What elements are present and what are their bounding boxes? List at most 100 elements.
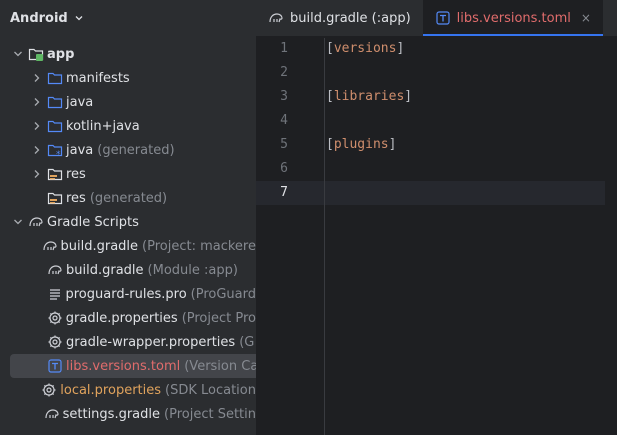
module-folder-icon (28, 46, 44, 62)
tree-item-label: app (47, 46, 75, 62)
line-number: 6 (280, 161, 288, 176)
line-gutter: 1 2 3 4 5 6 7 (256, 38, 325, 435)
project-panel: Android app manifests java kotlin+java * java… (0, 0, 256, 435)
gear-icon (47, 334, 63, 350)
tree-item-hint: (SDK Location (165, 382, 256, 398)
gradle-elephant-icon (28, 214, 44, 230)
line-number: 4 (280, 113, 288, 128)
tree-item-label: libs.versions.toml (66, 358, 181, 374)
ide-window: Android app manifests java kotlin+java * java… (0, 0, 617, 435)
tree-item-hint: (Version Ca (184, 358, 256, 374)
tree-item[interactable]: app (0, 42, 256, 66)
close-tab-icon[interactable]: × (581, 11, 591, 25)
tree-item[interactable]: local.properties (SDK Location (0, 378, 256, 402)
editor-tabs: build.gradle (:app) libs.versions.toml × (256, 0, 617, 36)
bracket-open: [ (326, 137, 334, 152)
tree-item[interactable]: proguard-rules.pro (ProGuard (0, 282, 256, 306)
tree-item-label: build.gradle (66, 262, 144, 278)
gear-icon (41, 382, 57, 398)
tree-item-hint: (G (239, 334, 255, 350)
tree-item[interactable]: Gradle Scripts (0, 210, 256, 234)
chevron-right-icon[interactable] (31, 72, 43, 84)
folder-icon (47, 70, 63, 86)
tree-item-hint: (generated) (97, 142, 175, 158)
tree-item[interactable]: libs.versions.toml (Version Ca (10, 354, 256, 378)
tree-item-hint: (Module :app) (147, 262, 238, 278)
tree-item[interactable]: java (0, 90, 256, 114)
line-number: 1 (280, 41, 288, 56)
bracket-open: [ (326, 41, 334, 56)
chevron-down-icon[interactable] (12, 48, 24, 60)
folder-icon (47, 118, 63, 134)
tree-item[interactable]: settings.gradle (Project Settin (0, 402, 256, 426)
tree-item[interactable]: res (generated) (0, 186, 256, 210)
toml-section-name: plugins (333, 137, 389, 152)
res-folder-icon (47, 166, 63, 182)
gradle-elephant-icon (268, 10, 284, 26)
chevron-down-icon[interactable] (12, 216, 24, 228)
line-number: 2 (280, 65, 288, 80)
tree-item-label: kotlin+java (66, 118, 140, 134)
toml-icon (47, 358, 63, 374)
tree-item-label: proguard-rules.pro (65, 286, 187, 302)
tree-item-label: local.properties (60, 382, 162, 398)
editor-tab[interactable]: build.gradle (:app) (256, 0, 423, 36)
tree-item-hint: (Project: mackere (142, 238, 256, 254)
editor-tab[interactable]: libs.versions.toml × (422, 0, 604, 36)
gradle-elephant-icon (47, 262, 63, 278)
chevron-right-icon[interactable] (31, 144, 43, 156)
toml-section-name: versions (333, 41, 397, 56)
tree-item[interactable]: kotlin+java (0, 114, 256, 138)
chevron-right-icon[interactable] (31, 120, 43, 132)
generated-folder-icon: * (47, 142, 63, 158)
tree-item-hint: (Project Pro (181, 310, 256, 326)
tree-item-hint: (ProGuard (190, 286, 256, 302)
tree-item-label: java (66, 142, 94, 158)
gradle-elephant-icon (42, 238, 58, 254)
tree-item[interactable]: res (0, 162, 256, 186)
res-folder-icon (47, 190, 63, 206)
editor-area: build.gradle (:app) libs.versions.toml × 1… (256, 0, 617, 435)
tree-item-label: settings.gradle (62, 406, 161, 422)
tree-item[interactable]: gradle.properties (Project Pro (0, 306, 256, 330)
line-number: 3 (280, 89, 288, 104)
toml-icon (435, 10, 451, 26)
line-number: 5 (280, 137, 288, 152)
toml-section-name: libraries (333, 89, 405, 104)
chevron-right-icon[interactable] (31, 168, 43, 180)
tree-item[interactable]: build.gradle (Project: mackere (0, 234, 256, 258)
gear-icon (47, 310, 63, 326)
tree-item[interactable]: * java (generated) (0, 138, 256, 162)
project-view-selector[interactable]: Android (10, 9, 84, 27)
tree-item-label: Gradle Scripts (47, 214, 139, 230)
chevron-right-icon[interactable] (31, 96, 43, 108)
tree-item-label: manifests (66, 70, 130, 86)
code-line: [plugins] (326, 137, 396, 152)
folder-icon (47, 94, 63, 110)
editor-tab-label: libs.versions.toml (456, 10, 571, 26)
bracket-close: ] (388, 137, 397, 152)
text-lines-icon (47, 286, 63, 302)
tree-item-hint: (Project Settin (164, 406, 256, 422)
tree-item-label: res (66, 190, 86, 206)
bracket-close: ] (404, 89, 413, 104)
code-line: [libraries] (326, 89, 412, 104)
project-view-label: Android (10, 10, 68, 26)
bracket-close: ] (396, 41, 405, 56)
bracket-open: [ (326, 89, 334, 104)
tree-item[interactable]: manifests (0, 66, 256, 90)
tree-item[interactable]: gradle-wrapper.properties (G (0, 330, 256, 354)
svg-text:*: * (56, 150, 61, 158)
line-number: 7 (280, 185, 288, 200)
gradle-elephant-icon (44, 406, 60, 422)
tree-item-label: gradle.properties (65, 310, 178, 326)
tree-item[interactable]: build.gradle (Module :app) (0, 258, 256, 282)
tree-item-label: gradle-wrapper.properties (66, 334, 236, 350)
